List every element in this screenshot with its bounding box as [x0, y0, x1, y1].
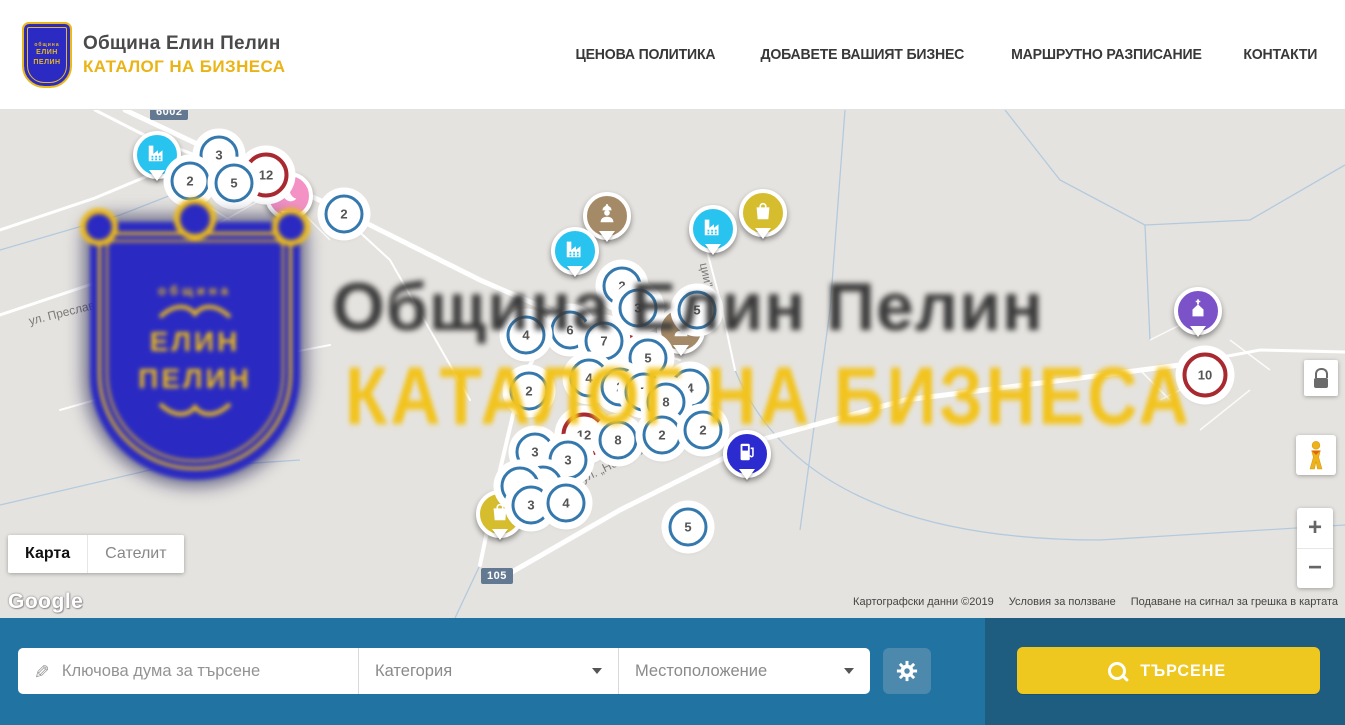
cluster-marker-5[interactable]: 5: [215, 164, 254, 203]
search-box: ✎ Категория Местоположение: [18, 648, 870, 694]
bag-icon: [489, 501, 511, 528]
cluster-marker-4[interactable]: 4: [507, 316, 546, 355]
cluster-marker-6[interactable]: 6: [551, 311, 590, 350]
road-number-badge: 105: [481, 568, 513, 584]
logo-group[interactable]: община ЕЛИН ПЕЛИН Община Елин Пелин КАТА…: [22, 22, 285, 88]
site-header: община ЕЛИН ПЕЛИН Община Елин Пелин КАТА…: [0, 0, 1345, 110]
factory-pin[interactable]: [689, 205, 737, 253]
search-submit-button[interactable]: ТЪРСЕНЕ: [1017, 647, 1320, 694]
zoom-control: + −: [1297, 508, 1333, 588]
cluster-marker-2[interactable]: 2: [171, 162, 210, 201]
cluster-marker-3[interactable]: 3: [619, 289, 658, 328]
cluster-marker-5[interactable]: 5: [678, 291, 717, 330]
pegman-icon: [1303, 440, 1329, 470]
factory-pin[interactable]: [551, 227, 599, 275]
cluster-marker-4[interactable]: 4: [547, 484, 586, 523]
search-icon: [1108, 662, 1126, 680]
nav-item-3[interactable]: КОНТАКТИ: [1244, 46, 1318, 63]
satellite-type-button[interactable]: Сателит: [87, 535, 183, 573]
nav-item-0[interactable]: ЦЕНОВА ПОЛИТИКА: [576, 46, 716, 63]
chevron-down-icon: [844, 668, 854, 674]
attribution-text: Картографски данни ©2019: [853, 596, 994, 608]
factory-icon: [146, 142, 168, 169]
site-subtitle: КАТАЛОГ НА БИЗНЕСА: [83, 57, 285, 77]
cluster-marker-10[interactable]: 10: [1183, 353, 1228, 398]
cluster-marker-3[interactable]: 3: [512, 486, 551, 525]
street-view-pegman-button[interactable]: [1296, 435, 1336, 475]
map-type-button[interactable]: Карта: [8, 535, 87, 573]
keyword-search-input[interactable]: [60, 661, 344, 682]
chevron-down-icon: [592, 668, 602, 674]
lock-icon: [1315, 368, 1328, 378]
municipality-crest-logo: община ЕЛИН ПЕЛИН: [22, 22, 72, 88]
nav-item-1[interactable]: ДОБАВЕТЕ ВАШИЯТ БИЗНЕС: [760, 46, 964, 63]
factory-icon: [564, 238, 586, 265]
zoom-in-button[interactable]: +: [1297, 508, 1333, 549]
crest-name-line2: ПЕЛИН: [33, 59, 60, 67]
location-dropdown[interactable]: Местоположение: [618, 648, 870, 694]
search-bar: ✎ Категория Местоположение: [0, 618, 1345, 725]
fullscreen-lock-button[interactable]: [1304, 360, 1338, 396]
worker-icon: [596, 203, 618, 230]
cluster-marker-7[interactable]: 7: [585, 322, 624, 361]
search-button-label: ТЪРСЕНЕ: [1141, 661, 1227, 681]
pencil-icon: ✎: [28, 663, 51, 679]
map-attribution: Картографски данни ©2019 Условия за ползв…: [853, 596, 1338, 608]
cluster-marker-2[interactable]: 2: [643, 416, 682, 455]
google-logo[interactable]: Google: [8, 590, 83, 614]
map-canvas[interactable]: 6002105 ул. Преславбул. „Новоселции" 321…: [0, 110, 1345, 618]
cluster-marker-2[interactable]: 2: [325, 195, 364, 234]
map-type-control: Карта Сателит: [8, 535, 184, 573]
crest-small-text: община: [34, 42, 59, 48]
factory-icon: [702, 216, 724, 243]
bag-pin[interactable]: [739, 189, 787, 237]
cluster-marker-8[interactable]: 8: [599, 421, 638, 460]
advanced-settings-button[interactable]: [883, 648, 931, 694]
cluster-marker-2[interactable]: 2: [510, 372, 549, 411]
cluster-marker-2[interactable]: 2: [684, 411, 723, 450]
church-pin[interactable]: [1174, 287, 1222, 335]
main-nav: ЦЕНОВА ПОЛИТИКА ДОБАВЕТЕ ВАШИЯТ БИЗНЕС МАР…: [571, 46, 1320, 63]
crest-name-line1: ЕЛИН: [36, 49, 58, 57]
cluster-marker-5[interactable]: 5: [629, 339, 668, 378]
road-number-badge: 6002: [150, 110, 188, 120]
bag-icon: [752, 200, 774, 227]
cluster-marker-5[interactable]: 5: [669, 508, 708, 547]
category-dropdown[interactable]: Категория: [358, 648, 618, 694]
fuel-pin[interactable]: [723, 430, 771, 478]
category-dropdown-label: Категория: [375, 662, 452, 681]
zoom-out-button[interactable]: −: [1297, 549, 1333, 589]
nav-item-2[interactable]: МАРШРУТНО РАЗПИСАНИЕ: [1011, 46, 1202, 63]
site-title: Община Елин Пелин: [83, 33, 285, 55]
church-icon: [1187, 298, 1209, 325]
attribution-link[interactable]: Условия за ползване: [1009, 596, 1116, 608]
location-dropdown-label: Местоположение: [635, 662, 767, 681]
attribution-link[interactable]: Подаване на сигнал за грешка в картата: [1131, 596, 1338, 608]
fuel-icon: [736, 441, 758, 468]
gear-icon: [896, 660, 918, 682]
